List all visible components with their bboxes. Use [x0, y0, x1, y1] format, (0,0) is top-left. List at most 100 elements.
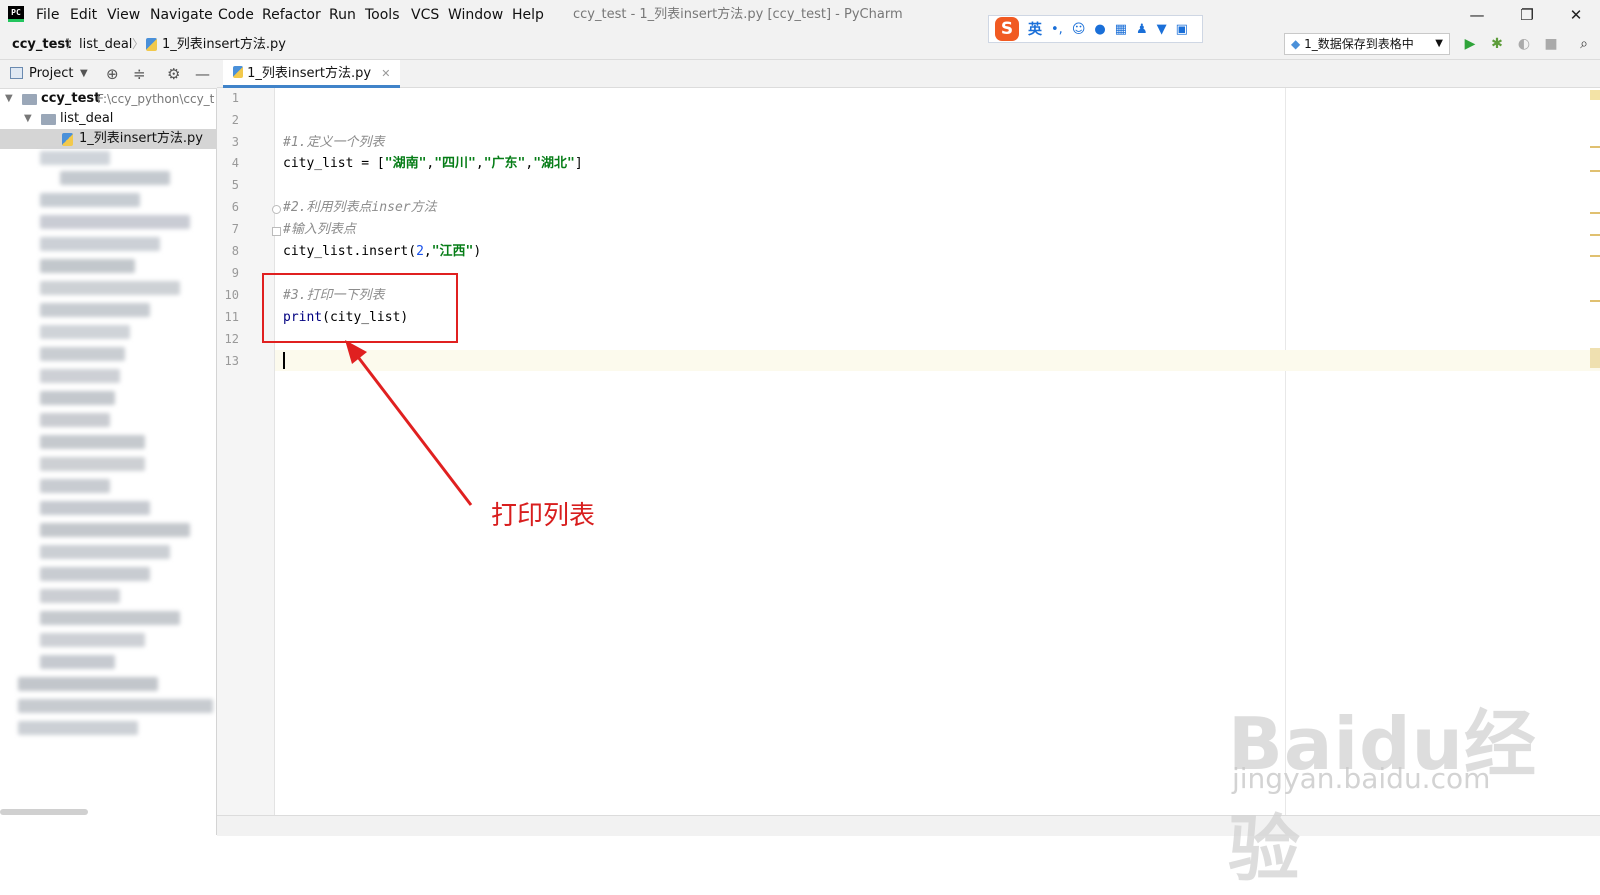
menu-view[interactable]: View	[107, 0, 140, 30]
arrow-shaft	[353, 352, 473, 506]
line-number: 10	[224, 288, 239, 302]
tree-item-label: list_deal	[60, 111, 114, 126]
error-stripe-mark[interactable]	[1590, 234, 1600, 236]
tree-item-path: F:\ccy_python\ccy_t	[97, 92, 215, 106]
error-stripe-mark[interactable]	[1590, 255, 1600, 257]
python-file-icon	[233, 66, 243, 78]
folder-icon	[22, 94, 37, 105]
restore-button[interactable]: ❐	[1505, 0, 1549, 30]
menu-edit[interactable]: Edit	[70, 0, 97, 30]
string-literal: "广东"	[483, 156, 526, 171]
mic-icon[interactable]: ●	[1094, 22, 1105, 37]
stop-icon[interactable]: ■	[1540, 33, 1562, 55]
inspection-status-icon[interactable]	[1590, 90, 1600, 100]
breadcrumb-file[interactable]: 1_列表insert方法.py	[162, 30, 286, 59]
emoji-icon[interactable]: ☺	[1072, 22, 1086, 37]
expand-arrow-icon[interactable]: ▼	[24, 109, 32, 129]
code-token: ]	[574, 156, 583, 171]
line-number: 7	[231, 222, 239, 236]
editor-tab-label: 1_列表insert方法.py	[247, 66, 372, 81]
tree-item-ccy-test[interactable]: ▼ ccy_test F:\ccy_python\ccy_t	[0, 89, 217, 109]
string-literal: "湖南"	[384, 156, 427, 171]
menu-refactor[interactable]: Refactor	[262, 0, 321, 30]
breadcrumb-project[interactable]: ccy_test	[12, 30, 71, 59]
folder-icon	[41, 114, 56, 125]
locate-icon[interactable]: ⊕	[106, 60, 119, 88]
tree-item-label: 1_列表insert方法.py	[79, 131, 203, 146]
fold-marker-icon[interactable]	[272, 227, 281, 236]
error-stripe-mark[interactable]	[1590, 146, 1600, 148]
gear-icon[interactable]: ⚙	[167, 60, 180, 88]
annotation-arrow	[345, 340, 473, 506]
code-token: city_list = [	[283, 156, 385, 171]
sogou-logo-icon: S	[995, 17, 1019, 41]
run-icon[interactable]: ▶	[1459, 33, 1481, 55]
search-icon[interactable]: ⌕	[1573, 33, 1595, 55]
code-token: ,	[475, 156, 484, 171]
tree-item-selected-file[interactable]: 1_列表insert方法.py	[0, 129, 217, 149]
obscured-tree-items	[0, 151, 216, 735]
horizontal-scrollbar[interactable]	[0, 809, 88, 815]
coverage-icon[interactable]: ◐	[1513, 33, 1535, 55]
menu-file[interactable]: File	[36, 0, 59, 30]
punct-icon[interactable]: •,	[1051, 22, 1063, 37]
menu-navigate[interactable]: Navigate	[150, 0, 213, 30]
error-stripe-mark[interactable]	[1590, 170, 1600, 172]
project-view-label[interactable]: Project	[29, 60, 73, 88]
pycharm-logo-icon: PC	[8, 6, 24, 22]
collapse-all-icon[interactable]: ≑	[133, 60, 146, 88]
menu-tools[interactable]: Tools	[365, 0, 400, 30]
fold-marker-icon[interactable]	[272, 205, 281, 214]
tree-item-list-deal[interactable]: ▼ list_deal	[0, 109, 217, 129]
code-token: ,	[423, 244, 432, 259]
code-line-6[interactable]: #2.利用列表点inser方法	[283, 197, 437, 218]
line-number: 1	[231, 91, 239, 105]
breadcrumb-separator-icon: 〉	[132, 37, 145, 51]
python-config-icon: ◆	[1291, 37, 1301, 51]
hide-panel-icon[interactable]: —	[195, 60, 210, 88]
menu-run[interactable]: Run	[329, 0, 356, 30]
menu-vcs[interactable]: VCS	[411, 0, 439, 30]
editor-tab-active[interactable]: 1_列表insert方法.py ✕	[223, 60, 401, 88]
window-title: ccy_test - 1_列表insert方法.py [ccy_test] - …	[573, 7, 903, 22]
code-line-3[interactable]: #1.定义一个列表	[283, 132, 384, 153]
breadcrumb-folder[interactable]: list_deal	[79, 30, 132, 59]
menu-code[interactable]: Code	[218, 0, 254, 30]
run-configuration-label: 1_数据保存到表格中	[1304, 37, 1414, 51]
run-configuration-select[interactable]: ◆ 1_数据保存到表格中 ▼	[1284, 33, 1450, 55]
line-number: 11	[224, 310, 239, 324]
expand-arrow-icon[interactable]: ▼	[5, 89, 13, 109]
text-caret	[283, 352, 285, 369]
apps-icon[interactable]: ▣	[1176, 22, 1188, 37]
ime-toolbar[interactable]: S 英 •, ☺ ● ▦ ♟ ▼ ▣	[988, 15, 1203, 43]
menu-window[interactable]: Window	[448, 0, 503, 30]
arrow-head	[345, 340, 367, 364]
error-stripe-mark[interactable]	[1590, 300, 1600, 302]
ime-mode-label[interactable]: 英	[1028, 19, 1042, 39]
code-line-7[interactable]: #输入列表点	[283, 219, 356, 240]
project-tree: ▼ ccy_test F:\ccy_python\ccy_t ▼ list_de…	[0, 89, 217, 835]
close-tab-icon[interactable]: ✕	[381, 67, 390, 80]
code-line-8[interactable]: city_list.insert(2,"江西")	[283, 241, 481, 262]
close-button[interactable]: ✕	[1554, 0, 1598, 30]
skin-icon[interactable]: ▼	[1157, 22, 1167, 37]
python-file-icon	[146, 38, 157, 51]
editor-tab-bar	[217, 60, 1600, 88]
string-literal: "江西"	[431, 244, 474, 259]
minimize-button[interactable]: —	[1455, 0, 1499, 30]
user-icon[interactable]: ♟	[1136, 22, 1148, 37]
debug-icon[interactable]: ✱	[1486, 33, 1508, 55]
caret-position-mark[interactable]	[1590, 348, 1600, 368]
menu-help[interactable]: Help	[512, 0, 544, 30]
code-line-4[interactable]: city_list = ["湖南","四川","广东","湖北"]	[283, 153, 583, 174]
error-stripe-mark[interactable]	[1590, 212, 1600, 214]
line-number: 3	[231, 135, 239, 149]
tree-item-label: ccy_test	[41, 91, 101, 106]
project-view-icon	[10, 67, 23, 79]
chevron-down-icon: ▼	[1435, 38, 1443, 49]
keyboard-icon[interactable]: ▦	[1115, 22, 1127, 37]
breadcrumb-separator-icon: 〉	[66, 37, 79, 51]
line-number: 5	[231, 178, 239, 192]
line-number: 2	[231, 113, 239, 127]
chevron-down-icon[interactable]: ▼	[80, 60, 88, 88]
